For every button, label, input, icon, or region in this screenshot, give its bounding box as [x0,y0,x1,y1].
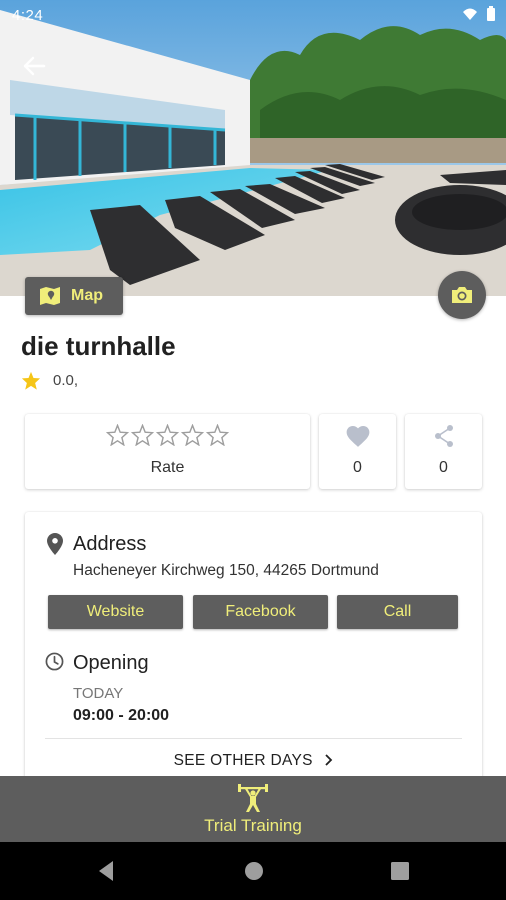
share-icon [434,425,453,447]
hero-image: 4:24 [0,0,506,296]
call-button[interactable]: Call [337,595,458,629]
wifi-icon [463,8,477,20]
website-button[interactable]: Website [48,595,183,629]
pool-photo [0,0,506,296]
star-outline-icon[interactable] [131,424,154,446]
address-text: Hacheneyer Kirchweg 150, 44265 Dortmund [73,562,379,579]
map-button-label: Map [71,287,103,304]
heart-icon [346,426,369,447]
page-title: die turnhalle [21,331,176,361]
system-nav-bar [0,842,506,900]
map-button[interactable]: Map [25,277,123,315]
nav-back-icon[interactable] [95,859,117,883]
nav-recents-icon[interactable] [389,859,411,883]
address-title: Address [73,533,147,555]
share-count: 0 [439,459,448,476]
chevron-right-icon [325,754,333,766]
divider [45,738,462,739]
weightlifter-icon [238,784,268,812]
star-outline-icon[interactable] [106,424,129,446]
see-other-days-label: SEE OTHER DAYS [173,752,313,769]
camera-icon [452,287,472,303]
rating-value: 0.0, [53,372,79,389]
rate-stars[interactable] [25,424,310,446]
back-arrow-icon[interactable] [18,50,50,82]
trial-training-button[interactable]: Trial Training [0,776,506,842]
today-hours: 09:00 - 20:00 [73,707,170,724]
status-time: 4:24 [12,7,44,24]
like-card[interactable]: 0 [319,414,396,489]
star-filled-icon [21,371,41,390]
today-label: TODAY [73,685,124,702]
rating-row: 0.0, [21,371,78,390]
facebook-button[interactable]: Facebook [193,595,328,629]
camera-button[interactable] [438,271,486,319]
info-card: Address Hacheneyer Kirchweg 150, 44265 D… [25,512,482,812]
see-other-days-link[interactable]: SEE OTHER DAYS [25,752,482,770]
rate-card[interactable]: Rate [25,414,310,489]
status-bar: 4:24 [0,0,506,30]
trial-training-label: Trial Training [204,816,302,835]
status-icons [462,6,496,22]
map-icon [40,287,60,305]
star-outline-icon[interactable] [181,424,204,446]
clock-icon [45,652,64,671]
star-outline-icon[interactable] [156,424,179,446]
nav-home-icon[interactable] [243,859,265,883]
battery-icon [487,6,495,21]
opening-title: Opening [73,652,149,674]
star-outline-icon[interactable] [206,424,229,446]
location-pin-icon [47,533,63,555]
like-count: 0 [353,459,362,476]
rate-label: Rate [150,459,185,476]
share-card[interactable]: 0 [405,414,482,489]
